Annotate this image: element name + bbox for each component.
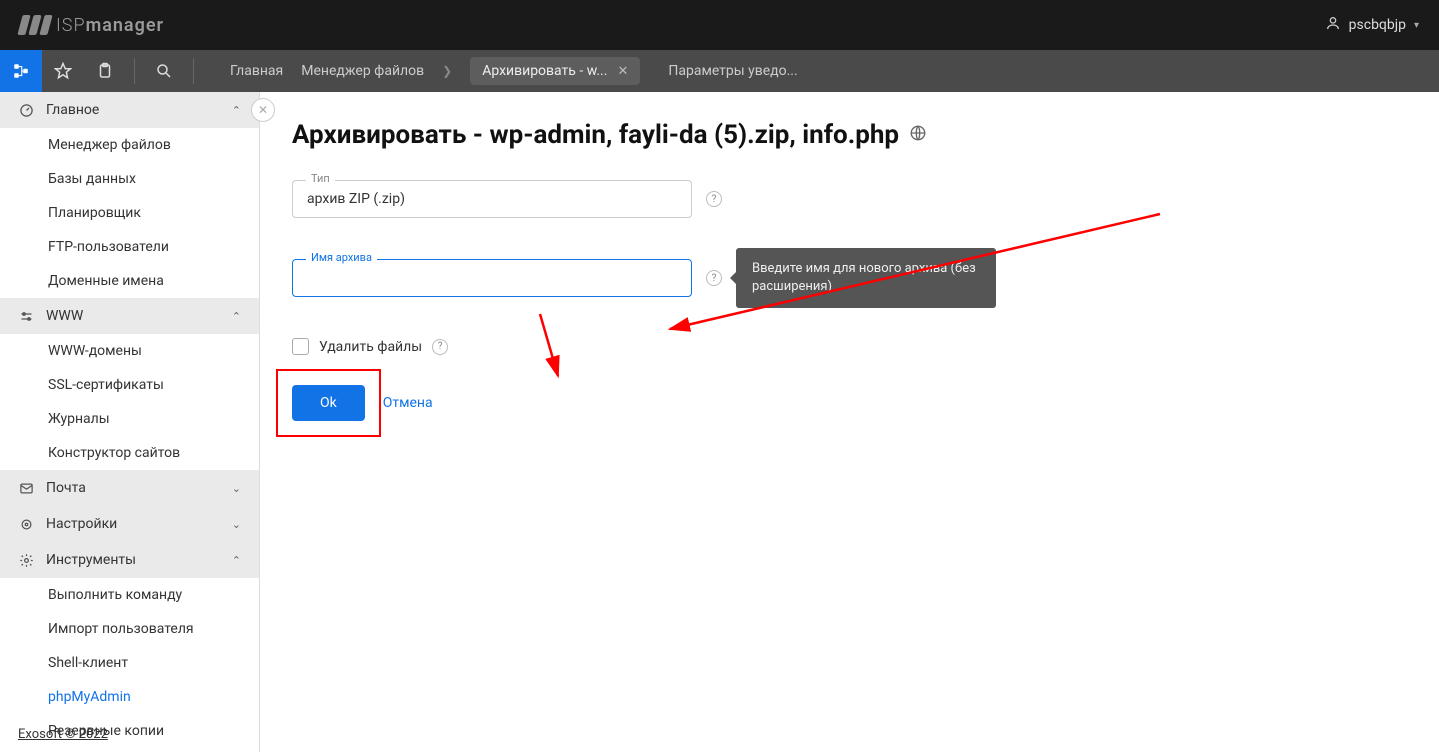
main: Архивировать - wp-admin, fayli-da (5).zi… [260,92,1439,752]
breadcrumb-tab-active[interactable]: Архивировать - w... ✕ [470,57,640,85]
chevron-down-icon: ⌄ [232,518,241,531]
sidebar: Главное⌃Менеджер файловБазы данныхПланир… [0,92,260,752]
chevron-down-icon: ⌄ [232,482,241,495]
sidebar-item-конструктор-сайтов[interactable]: Конструктор сайтов [0,436,259,470]
user-icon [1325,15,1341,35]
close-icon[interactable]: ✕ [617,64,628,79]
sidebar-item-shell-клиент[interactable]: Shell-клиент [0,646,259,680]
delete-files-label: Удалить файлы [319,339,422,355]
sidebar-group-почта[interactable]: Почта⌄ [0,470,259,506]
sidebar-group-инструменты[interactable]: Инструменты⌃ [0,542,259,578]
subheader: Главная Менеджер файлов ❯ Архивировать -… [0,50,1439,92]
gear-icon [18,553,34,568]
archive-name-label: Имя архива [306,251,377,264]
sidebar-item-импорт-пользователя[interactable]: Импорт пользователя [0,612,259,646]
globe-icon[interactable] [909,124,927,147]
footer-link[interactable]: Exosoft © 2022 [18,727,108,742]
tooltip: Введите имя для нового архива (без расши… [736,248,996,308]
chevron-up-icon: ⌃ [232,104,241,117]
sidebar-item-ftp-пользователи[interactable]: FTP-пользователи [0,230,259,264]
help-icon[interactable]: ? [706,191,722,207]
sidebar-item-выполнить-команду[interactable]: Выполнить команду [0,578,259,612]
sidebar-item-доменные-имена[interactable]: Доменные имена [0,264,259,298]
collapse-sidebar-button[interactable]: ✕ [251,98,275,122]
archive-name-field[interactable]: Имя архива [292,259,692,297]
mail-icon [18,481,34,496]
sidebar-group-www[interactable]: WWW⌃ [0,298,259,334]
favorites-button[interactable] [42,50,84,92]
chevron-down-icon: ▾ [1414,20,1419,31]
logo: ISPmanager [20,15,164,36]
archive-name-input[interactable] [292,259,692,297]
logo-bars-icon [17,15,52,35]
sidebar-group-главное[interactable]: Главное⌃ [0,92,259,128]
chevron-up-icon: ⌃ [232,554,241,567]
ok-button[interactable]: Ok [292,385,365,421]
breadcrumb-notifications[interactable]: Параметры уведо... [668,63,797,79]
help-icon[interactable]: ? [706,270,722,286]
sidebar-item-планировщик[interactable]: Планировщик [0,196,259,230]
delete-files-checkbox[interactable] [292,338,309,355]
user-name: pscbqbjp [1349,17,1406,33]
annotation-arrows [520,184,1420,484]
sidebar-group-настройки[interactable]: Настройки⌄ [0,506,259,542]
breadcrumb-home[interactable]: Главная [230,63,283,79]
clipboard-button[interactable] [84,50,126,92]
chevron-up-icon: ⌃ [232,310,241,323]
gauge-icon [18,103,34,118]
help-icon[interactable]: ? [432,339,448,355]
breadcrumb-filemanager[interactable]: Менеджер файлов [301,63,424,79]
sidebar-item-менеджер-файлов[interactable]: Менеджер файлов [0,128,259,162]
page-title: Архивировать - wp-admin, fayli-da (5).zi… [292,120,1407,150]
sliders-icon [18,309,34,324]
sidebar-item-phpmyadmin[interactable]: phpMyAdmin [0,680,259,714]
search-button[interactable] [143,50,185,92]
chevron-right-icon: ❯ [442,64,452,78]
logo-text: ISPmanager [56,15,164,36]
archive-type-field[interactable]: Тип [292,180,692,218]
archive-type-label: Тип [306,172,335,185]
header: ISPmanager pscbqbjp ▾ [0,0,1439,50]
breadcrumb: Главная Менеджер файлов ❯ Архивировать -… [230,57,798,85]
breadcrumb-tab-label: Архивировать - w... [482,63,607,79]
archive-type-input[interactable] [292,180,692,218]
user-menu[interactable]: pscbqbjp ▾ [1325,15,1419,35]
cog-icon [18,517,34,532]
sidebar-item-журналы[interactable]: Журналы [0,402,259,436]
cancel-button[interactable]: Отмена [383,395,433,411]
tree-toggle-button[interactable] [0,50,42,92]
sidebar-item-базы-данных[interactable]: Базы данных [0,162,259,196]
sidebar-item-ssl-сертификаты[interactable]: SSL-сертификаты [0,368,259,402]
sidebar-item-www-домены[interactable]: WWW-домены [0,334,259,368]
